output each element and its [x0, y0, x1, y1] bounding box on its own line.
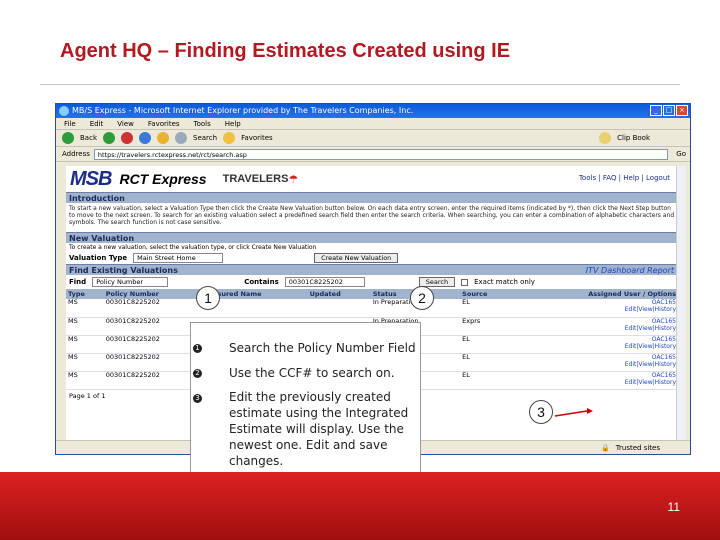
msb-logo: MSB [70, 167, 112, 190]
vertical-scrollbar[interactable] [676, 166, 686, 440]
row-source: Exprs [460, 317, 513, 336]
back-button-label[interactable]: Back [80, 134, 97, 142]
row-source: EL [460, 371, 513, 390]
slide-title: Agent HQ – Finding Estimates Created usi… [60, 40, 511, 62]
row-user: OAC165 [651, 371, 676, 379]
top-links[interactable]: Tools | FAQ | Help | Logout [579, 174, 670, 182]
address-field[interactable]: https://travelers.rctexpress.net/rct/sea… [93, 148, 669, 160]
row-policy: 00301C8225202 [103, 299, 209, 318]
row-options-links[interactable]: Edit|View|History [515, 343, 676, 350]
minimize-button[interactable]: _ [650, 105, 662, 116]
forward-arrow-icon[interactable] [103, 132, 115, 144]
contains-input[interactable]: 00301C8225202 [284, 277, 365, 287]
trusted-sites-label: Trusted sites [615, 444, 660, 452]
close-button[interactable]: × [676, 105, 688, 116]
row-user: OAC165 [651, 299, 676, 306]
row-source: EL [460, 299, 513, 318]
ie-icon [59, 106, 69, 116]
title-divider [40, 84, 680, 85]
search-button-label[interactable]: Search [193, 134, 217, 142]
row-type: MS [66, 317, 104, 336]
menu-tools[interactable]: Tools [194, 118, 211, 129]
clipbook-icon[interactable] [599, 132, 612, 144]
table-row[interactable]: MS 00301C8225202 In Preparation EL OAC16… [66, 299, 678, 318]
bullet-2: 2 [193, 369, 202, 378]
menu-bar: File Edit View Favorites Tools Help [56, 118, 690, 130]
step-2-text: Use the CCF# to search on. [229, 366, 395, 380]
app-header: MSB RCT Express TRAVELERS ☂ Tools | FAQ … [66, 166, 678, 192]
find-field-select[interactable]: Policy Number [92, 277, 169, 287]
section-introduction: Introduction [66, 192, 678, 203]
address-bar: Address https://travelers.rctexpress.net… [56, 147, 690, 162]
favorites-star-icon[interactable] [223, 132, 236, 144]
home-icon[interactable] [157, 132, 169, 144]
row-user: OAC165 [651, 335, 676, 343]
section-find-existing: Find Existing Valuations ITV Dashboard R… [66, 264, 678, 275]
product-name: RCT Express [119, 171, 207, 187]
row-type: MS [66, 353, 104, 372]
search-icon[interactable] [175, 132, 187, 144]
back-arrow-icon[interactable] [62, 132, 74, 144]
marker-1: 1 [196, 286, 220, 310]
footer-band [0, 472, 720, 540]
section-new-valuation: New Valuation [66, 232, 678, 243]
stop-icon[interactable] [121, 132, 133, 144]
arrow-to-edit-icon [554, 408, 593, 417]
row-options-links[interactable]: Edit|View|History [515, 379, 676, 386]
col-insured-name[interactable]: Insured Name [208, 289, 308, 299]
menu-file[interactable]: File [64, 118, 76, 129]
menu-favorites[interactable]: Favorites [148, 118, 180, 129]
valuation-type-label: Valuation Type [69, 254, 128, 262]
window-title: MB/S Express - Microsoft Internet Explor… [72, 106, 414, 115]
marker-2: 2 [410, 286, 434, 310]
row-options-links[interactable]: Edit|View|History [515, 361, 676, 368]
maximize-button[interactable]: □ [663, 105, 675, 116]
row-user: OAC165 [651, 353, 676, 361]
marker-3: 3 [529, 400, 553, 424]
row-type: MS [66, 371, 104, 390]
lock-icon: 🔒 [601, 444, 610, 452]
address-label: Address [62, 150, 90, 158]
browser-toolbar: Back Search Favorites Clip Book [56, 130, 690, 147]
contains-label: Contains [244, 278, 279, 286]
menu-help[interactable]: Help [225, 118, 241, 129]
col-assigned-user[interactable]: Assigned User / Options [512, 289, 678, 299]
row-type: MS [66, 299, 104, 318]
row-user: OAC165 [651, 317, 676, 325]
intro-text: To start a new valuation, select a Valua… [69, 205, 675, 226]
find-label: Find [69, 278, 87, 286]
page-number: 11 [667, 500, 680, 514]
bullet-1: 1 [193, 344, 202, 353]
find-row: Find Policy Number Contains 00301C822520… [66, 275, 678, 289]
row-options-links[interactable]: Edit|View|History [515, 306, 676, 313]
row-source: EL [460, 353, 513, 372]
create-valuation-button[interactable]: Create New Valuation [314, 253, 399, 263]
col-updated[interactable]: Updated [307, 289, 371, 299]
clipbook-button-label[interactable]: Clip Book [617, 134, 650, 142]
bullet-3: 3 [193, 394, 202, 403]
favorites-button-label[interactable]: Favorites [241, 134, 273, 142]
dashboard-report-link[interactable]: ITV Dashboard Report [586, 265, 678, 275]
row-source: EL [460, 335, 513, 354]
exact-match-checkbox[interactable] [461, 278, 469, 286]
instructions-callout: 1 Search the Policy Number Field 2 Use t… [190, 322, 421, 474]
travelers-logo: TRAVELERS [222, 173, 289, 185]
menu-view[interactable]: View [117, 118, 134, 129]
umbrella-icon: ☂ [288, 172, 299, 186]
new-valuation-hint: To create a new valuation, select the va… [69, 244, 317, 251]
row-type: MS [66, 335, 104, 354]
new-valuation-row: Valuation Type Main Street Home Create N… [66, 252, 678, 264]
menu-edit[interactable]: Edit [90, 118, 104, 129]
valuation-type-select[interactable]: Main Street Home [133, 253, 224, 263]
go-button[interactable]: Go [672, 150, 690, 158]
step-1-text: Search the Policy Number Field [229, 341, 416, 355]
step-3-text: Edit the previously created estimate usi… [229, 390, 409, 468]
find-existing-title: Find Existing Valuations [69, 266, 178, 275]
exact-match-label: Exact match only [474, 278, 535, 286]
window-titlebar: MB/S Express - Microsoft Internet Explor… [56, 104, 690, 118]
row-options-links[interactable]: Edit|View|History [515, 325, 676, 332]
refresh-icon[interactable] [139, 132, 151, 144]
